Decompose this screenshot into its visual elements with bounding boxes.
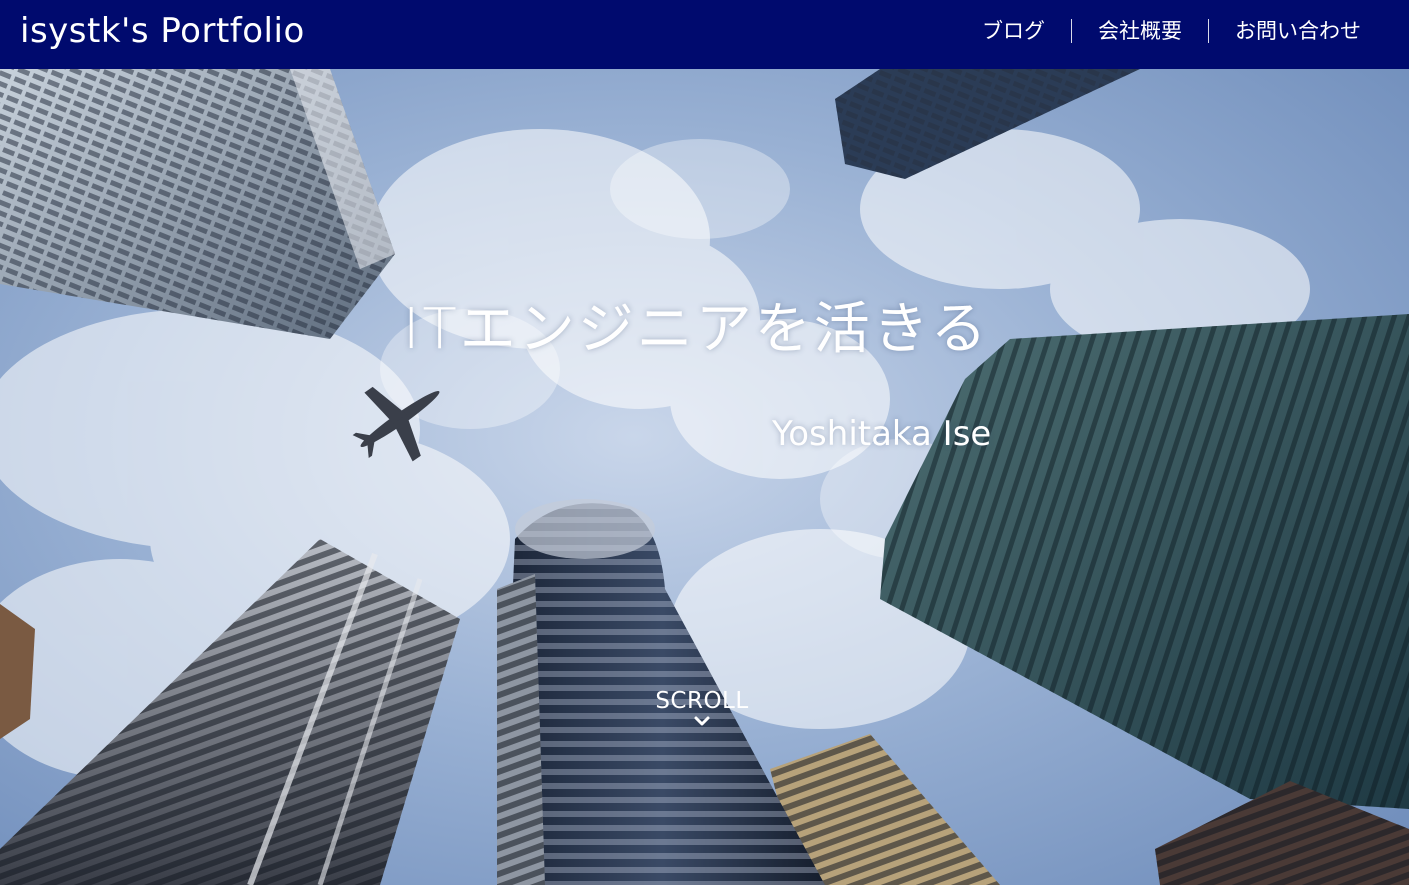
nav-item-contact[interactable]: お問い合わせ	[1209, 16, 1361, 46]
scroll-indicator[interactable]: SCROLL	[640, 687, 764, 727]
hero-section: ITエンジニアを活きる Yoshitaka Ise SCROLL	[0, 69, 1409, 885]
nav-item-company[interactable]: 会社概要	[1072, 16, 1208, 46]
site-brand-link[interactable]: isystk's Portfolio	[20, 9, 305, 53]
global-nav: ブログ 会社概要 お問い合わせ	[982, 16, 1361, 46]
hero-title: ITエンジニアを活きる	[403, 297, 990, 362]
chevron-down-icon	[694, 716, 710, 726]
page: isystk's Portfolio ブログ 会社概要 お問い合わせ ITエンジ…	[0, 0, 1409, 885]
hero-background-image	[0, 69, 1409, 885]
scroll-label: SCROLL	[655, 688, 749, 714]
nav-item-blog[interactable]: ブログ	[982, 16, 1071, 46]
nav-divider	[1208, 19, 1209, 43]
nav-divider	[1071, 19, 1072, 43]
site-header: isystk's Portfolio ブログ 会社概要 お問い合わせ	[0, 0, 1409, 69]
hero-subtitle: Yoshitaka Ise	[772, 414, 992, 454]
